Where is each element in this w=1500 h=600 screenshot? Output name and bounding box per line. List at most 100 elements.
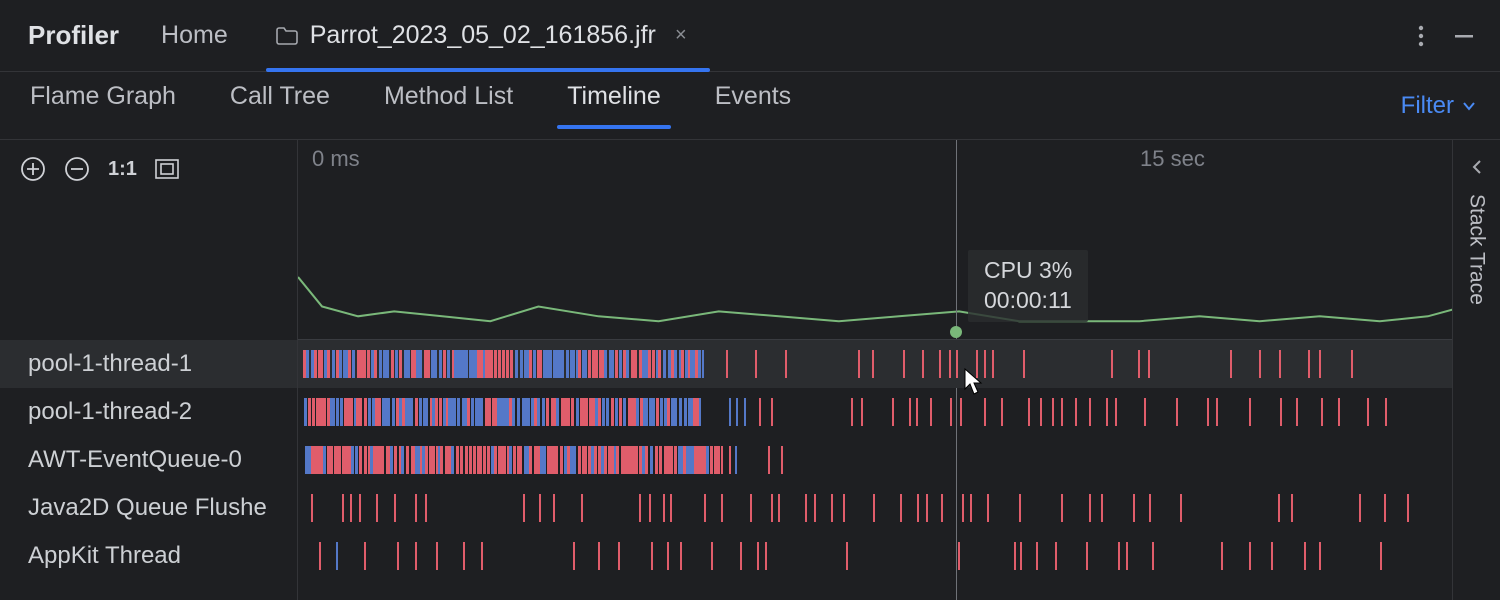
event-bar (510, 350, 513, 378)
event-bar (460, 446, 463, 474)
event-bar (684, 398, 687, 426)
event-track[interactable] (298, 340, 1500, 388)
close-icon[interactable]: × (672, 24, 690, 47)
event-bar (735, 446, 737, 474)
event-bar (576, 398, 579, 426)
event-bar (1407, 494, 1409, 522)
thread-row[interactable]: AWT-EventQueue-0 (0, 436, 297, 484)
event-bar (1144, 398, 1146, 426)
thread-row[interactable]: AppKit Thread (0, 532, 297, 580)
event-tracks (298, 340, 1500, 580)
top-bar: Profiler Home Parrot_2023_05_02_161856.j… (0, 0, 1500, 72)
event-bar (350, 494, 352, 522)
event-bar (1111, 350, 1113, 378)
tab-home[interactable]: Home (161, 21, 228, 50)
event-bar (623, 398, 626, 426)
subtab-bar: Flame Graph Call Tree Method List Timeli… (0, 72, 1500, 140)
timeline-canvas[interactable]: 0 ms 15 sec CPU 3% 00:00:11 Stack Trace (298, 140, 1500, 600)
event-bar (1014, 542, 1016, 570)
event-bar (771, 398, 773, 426)
event-bar (397, 542, 399, 570)
event-bar (1380, 542, 1382, 570)
event-track[interactable] (298, 532, 1500, 580)
event-bar (585, 398, 588, 426)
event-bar (781, 446, 783, 474)
event-bar (1075, 398, 1077, 426)
subtab-events[interactable]: Events (713, 82, 793, 129)
zoom-ratio[interactable]: 1:1 (108, 158, 137, 181)
event-bar (702, 350, 704, 378)
event-bar (539, 350, 542, 378)
event-track[interactable] (298, 436, 1500, 484)
event-bar (663, 350, 666, 378)
event-bar (488, 398, 491, 426)
event-bar (490, 350, 493, 378)
filter-dropdown[interactable]: Filter (1401, 92, 1476, 120)
fit-to-view-icon[interactable] (155, 159, 179, 179)
event-bar (664, 446, 667, 474)
event-bar (311, 494, 313, 522)
event-bar (962, 494, 964, 522)
event-bar (1023, 350, 1025, 378)
event-bar (572, 350, 575, 378)
zoom-out-icon[interactable] (64, 156, 90, 182)
event-bar (619, 398, 622, 426)
thread-row[interactable]: Java2D Queue Flushe (0, 484, 297, 532)
event-bar (368, 398, 371, 426)
event-bar (481, 542, 483, 570)
event-bar (320, 350, 323, 378)
minimize-icon[interactable] (1452, 24, 1476, 48)
event-bar (479, 446, 482, 474)
subtab-call-tree[interactable]: Call Tree (228, 82, 332, 129)
event-bar (650, 446, 653, 474)
zoom-in-icon[interactable] (20, 156, 46, 182)
ruler-tick-15s: 15 sec (1140, 146, 1205, 172)
event-bar (1216, 398, 1218, 426)
subtab-flame-graph[interactable]: Flame Graph (28, 82, 178, 129)
event-bar (513, 446, 516, 474)
event-track[interactable] (298, 484, 1500, 532)
event-bar (396, 398, 399, 426)
event-bar (483, 446, 486, 474)
event-bar (584, 350, 587, 378)
event-bar (939, 350, 941, 378)
thread-row[interactable]: pool-1-thread-1 (0, 340, 297, 388)
event-track[interactable] (298, 388, 1500, 436)
event-bar (679, 398, 682, 426)
event-bar (674, 398, 677, 426)
event-bar (451, 446, 454, 474)
event-bar (350, 398, 353, 426)
thread-row[interactable]: pool-1-thread-2 (0, 388, 297, 436)
event-bar (567, 398, 570, 426)
event-bar (729, 398, 731, 426)
event-bar (634, 350, 637, 378)
event-bar (873, 494, 875, 522)
event-bar (339, 350, 342, 378)
event-bar (323, 398, 326, 426)
event-bar (750, 494, 752, 522)
event-bar (443, 350, 446, 378)
event-bar (606, 398, 609, 426)
event-bar (523, 494, 525, 522)
more-options-icon[interactable] (1418, 24, 1424, 48)
event-bar (831, 494, 833, 522)
event-bar (401, 446, 404, 474)
subtab-timeline[interactable]: Timeline (565, 82, 663, 129)
subtab-method-list[interactable]: Method List (382, 82, 515, 129)
event-bar (843, 494, 845, 522)
event-bar (636, 398, 639, 426)
event-bar (1176, 398, 1178, 426)
stack-trace-tab[interactable]: Stack Trace (1452, 140, 1500, 600)
event-bar (729, 446, 731, 474)
event-bar (306, 350, 309, 378)
event-bar (352, 350, 355, 378)
event-bar (457, 398, 460, 426)
event-bar (415, 494, 417, 522)
event-bar (581, 494, 583, 522)
event-bar (425, 398, 428, 426)
tab-file[interactable]: Parrot_2023_05_02_161856.jfr × (266, 0, 710, 71)
event-bar (323, 446, 326, 474)
event-bar (304, 398, 307, 426)
event-bar (419, 350, 422, 378)
event-bar (363, 350, 366, 378)
